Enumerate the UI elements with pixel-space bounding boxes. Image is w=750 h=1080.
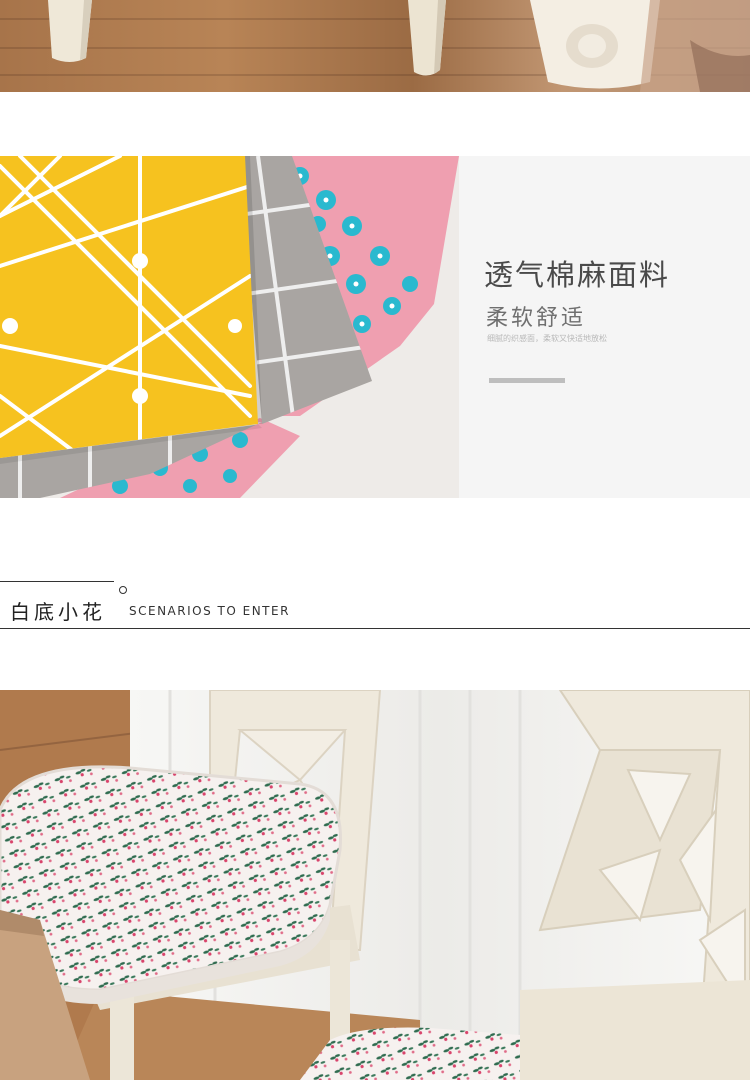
heading-top-rule	[0, 581, 114, 582]
section-title-cn: 白底小花	[10, 600, 106, 624]
fabric-swatches-photo	[0, 156, 459, 498]
accent-bar	[489, 378, 565, 383]
heading-circle-icon	[119, 586, 127, 594]
fabric-feature-title: 透气棉麻面料	[484, 258, 671, 292]
fabric-feature-subtitle: 柔软舒适	[486, 306, 587, 331]
heading-bottom-rule	[0, 628, 750, 629]
fabric-feature-note: 细腻的织感面，柔软又快适地放松	[487, 334, 607, 343]
top-floor-photo	[0, 0, 750, 92]
section-title-en: SCENARIOS TO ENTER	[129, 604, 290, 618]
chair-cushion-photo	[0, 690, 750, 1080]
